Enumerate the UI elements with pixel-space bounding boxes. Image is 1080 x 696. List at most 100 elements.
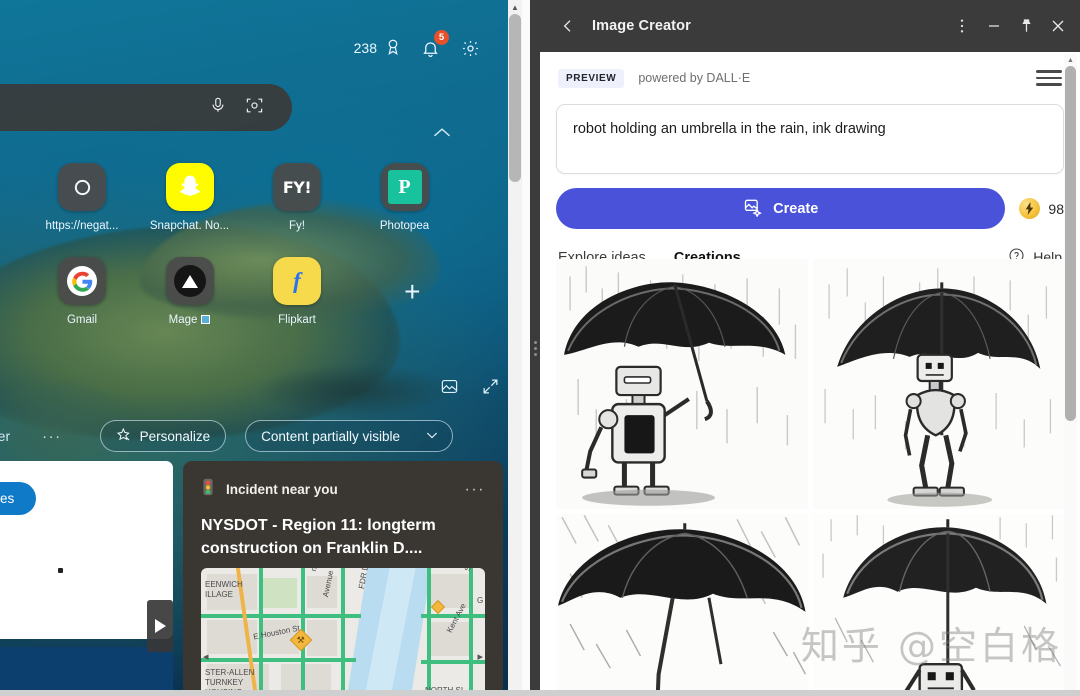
map-road [427,568,431,696]
content-visibility-label: Content partially visible [261,428,400,444]
shortcut-thumbnail-icon [201,315,211,324]
chevron-up-icon[interactable] [432,126,452,144]
content-visibility-dropdown[interactable]: Content partially visible [245,420,453,452]
boost-count: 98 [1048,200,1064,217]
feed-overflow-button[interactable]: ··· [42,428,62,445]
shortcut-label: Gmail [66,314,98,326]
sidebar-titlebar: Image Creator [540,0,1080,52]
shortcut-mage[interactable]: Mage [144,257,236,326]
map-label: G [477,596,484,605]
incident-card-header: Incident near you ··· [201,478,485,501]
incident-source-label: Incident near you [226,482,338,497]
photopea-logo-icon: P [380,163,429,211]
add-shortcut-button[interactable]: + [388,268,436,316]
snapchat-ghost-icon [165,163,214,211]
map-label: ILLAGE [205,590,234,599]
news-feed-area: esh stories Incident near you ·· [0,461,530,696]
chevron-left-icon[interactable] [554,12,582,40]
map-park [263,578,297,608]
shortcut-grid: https://negat... Snapchat. No... FY! Fy! [36,163,466,326]
lightning-bolt-coin-icon [1019,198,1041,219]
search-input[interactable] [0,84,292,131]
incident-map[interactable]: EENWICH ILLAGE E Houston St Avenue C FDR… [201,568,485,696]
shortcut-label: Photopea [379,220,430,232]
image-swap-icon[interactable] [440,377,459,401]
left-scrollbar-up-arrow[interactable]: ▲ [508,0,522,14]
news-card-left-lower[interactable] [0,647,173,696]
image-creator-panel: Image Creator PREVIEW powered by DALL·E … [540,0,1080,696]
creations-gallery [540,259,1080,696]
map-road [341,568,345,696]
shortcut-label: https://negat... [45,220,119,232]
generated-image-3[interactable] [556,514,808,696]
gear-icon[interactable] [458,36,482,60]
creator-content: PREVIEW powered by DALL·E robot holding … [540,52,1080,696]
generated-image-2[interactable] [812,259,1064,509]
personalize-button[interactable]: Personalize [99,420,227,452]
feed-controls-row: ther ··· Personalize Content partially v… [0,419,530,453]
chevron-down-icon [424,427,440,446]
create-button[interactable]: Create [556,188,1006,229]
powered-by-label: powered by DALL·E [638,71,751,85]
prompt-input[interactable]: robot holding an umbrella in the rain, i… [556,104,1064,174]
shortcut-gmail[interactable]: Gmail [36,257,128,326]
map-next-arrow[interactable]: ▸ [477,650,483,663]
camera-lens-icon[interactable] [245,96,264,120]
bell-icon[interactable]: 5 [418,30,449,60]
map-label: EENWICH [205,580,243,589]
panel-drag-handle[interactable] [530,0,540,696]
preview-badge: PREVIEW [558,68,625,88]
generated-image-4[interactable] [812,514,1064,696]
fy-logo-icon: FY! [273,163,321,211]
shortcut-photopea[interactable]: P Photopea [359,163,451,232]
magic-star-icon [116,427,132,446]
create-label: Create [773,200,819,217]
expand-diagonal-icon[interactable] [481,377,500,401]
right-scrollbar-thumb[interactable] [1065,66,1076,421]
map-label: n St [309,568,321,572]
shortcut-label: Mage [169,314,211,326]
traffic-light-icon [201,478,215,501]
incident-headline[interactable]: NYSDOT - Region 11: longterm constructio… [201,515,485,560]
generated-image-1[interactable] [556,259,808,509]
prompt-area: robot holding an umbrella in the rain, i… [540,104,1080,174]
incident-more-button[interactable]: ··· [465,481,485,499]
circle-ring-icon [58,163,106,211]
new-tab-status-row: 238 5 [354,30,482,60]
pin-icon[interactable] [1010,8,1042,44]
map-road [201,614,361,618]
minimize-icon[interactable] [978,8,1010,44]
shortcut-snapchat[interactable]: Snapchat. No... [144,163,236,232]
close-icon[interactable] [1042,8,1074,44]
boost-counter[interactable]: 98 [1019,198,1064,219]
microphone-icon[interactable] [209,96,227,119]
image-sparkle-icon [743,197,763,221]
rewards-points: 238 [353,40,377,56]
map-prev-arrow[interactable]: ◂ [203,650,209,663]
create-row: Create 98 [540,174,1080,229]
feed-tab-truncated[interactable]: ther [0,428,10,444]
personalize-label: Personalize [139,428,211,444]
drag-handle-dots-icon [533,340,537,356]
refresh-stories-button[interactable]: esh stories [0,482,37,515]
shortcut-label-text: Mage [168,314,198,326]
map-road [201,658,356,662]
shortcut-label: Flipkart [278,314,316,326]
incident-news-card[interactable]: Incident near you ··· NYSDOT - Region 11… [183,461,503,696]
edge-new-tab-panel: 238 5 https://negat... Snapchat. No... F… [0,0,530,696]
wallpaper-actions [440,377,500,401]
window-controls [946,8,1074,44]
map-label: St [463,568,473,572]
hamburger-menu-icon[interactable] [1036,70,1062,86]
rewards-counter[interactable]: 238 [354,38,402,59]
shortcut-flipkart[interactable]: f Flipkart [251,257,343,326]
more-vertical-icon[interactable] [946,8,978,44]
shortcut-negat[interactable]: https://negat... [36,163,128,232]
left-scrollbar-thumb[interactable] [509,14,521,182]
wallpaper-turtle-flipper [260,366,450,416]
shortcut-fy[interactable]: FY! Fy! [251,163,343,232]
map-road [469,568,473,696]
map-label: TURNKEY [205,678,244,687]
window-bottom-edge [0,690,1080,696]
play-triangle-right-icon[interactable] [147,600,173,652]
